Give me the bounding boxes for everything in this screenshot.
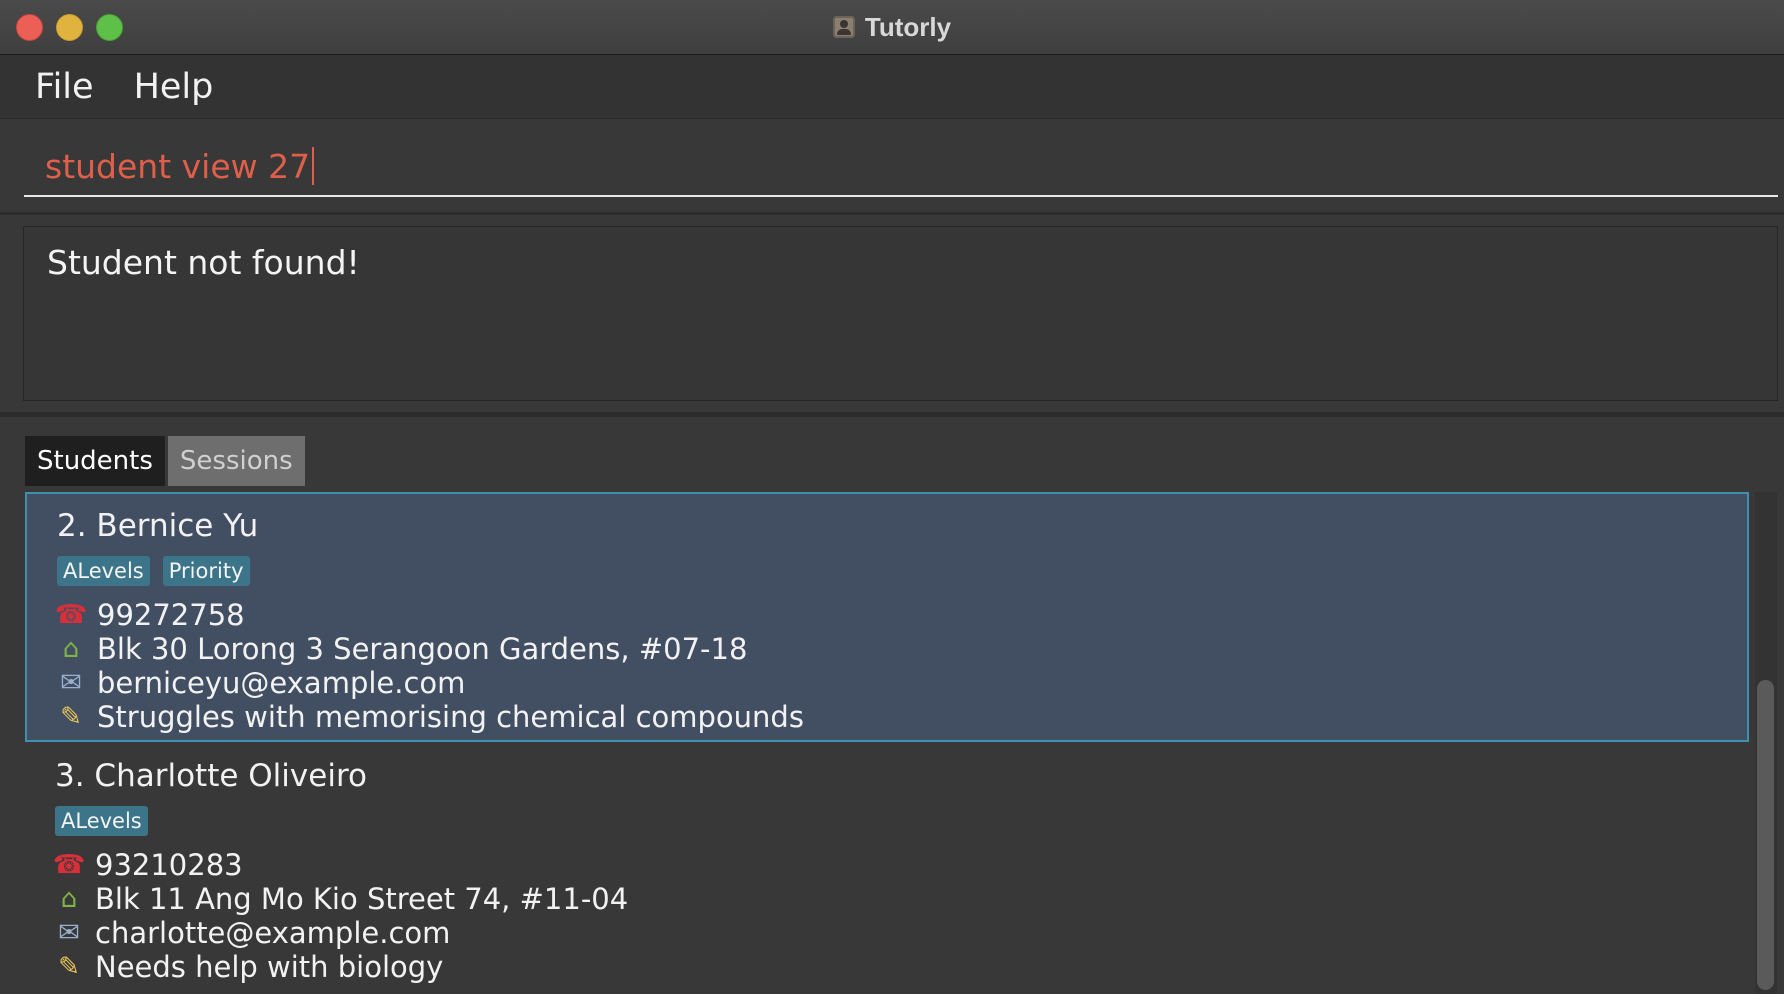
list-scrollbar[interactable]	[1755, 492, 1777, 994]
envelope-icon: ✉	[60, 668, 82, 698]
memo-icon: ✎	[60, 702, 82, 732]
command-area: student view 27	[0, 119, 1784, 211]
student-details: ☎ 99272758 ⌂ Blk 30 Lorong 3 Serangoon G…	[55, 598, 804, 734]
house-icon: ⌂	[60, 884, 78, 914]
telephone-icon: ☎	[54, 600, 88, 630]
tag: ALevels	[57, 556, 150, 586]
app-window: Tutorly File Help student view 27 Studen…	[0, 0, 1784, 994]
contact-person-icon	[832, 16, 855, 38]
menu-help[interactable]: Help	[116, 67, 232, 107]
window-title: Tutorly	[864, 11, 952, 42]
command-input[interactable]: student view 27	[24, 137, 1778, 197]
address-value: Blk 11 Ang Mo Kio Street 74, #11-04	[95, 882, 629, 916]
tag-list: ALevels	[55, 806, 148, 836]
result-display[interactable]: Student not found!	[23, 226, 1778, 401]
tab-students[interactable]: Students	[25, 436, 165, 486]
tag: Priority	[162, 556, 250, 586]
email-value: berniceyu@example.com	[97, 666, 466, 700]
tag: ALevels	[55, 806, 148, 836]
tab-sessions[interactable]: Sessions	[167, 436, 305, 486]
student-list[interactable]: 2. Bernice Yu ALevels Priority ☎ 9927275…	[25, 492, 1749, 994]
phone-field: ☎ 99272758	[55, 598, 804, 632]
divider	[0, 412, 1784, 417]
text-caret	[312, 147, 315, 185]
menu-file[interactable]: File	[17, 67, 112, 107]
envelope-icon: ✉	[58, 918, 80, 948]
notes-value: Needs help with biology	[95, 950, 444, 984]
scrollbar-thumb[interactable]	[1757, 680, 1774, 990]
command-text: student view 27	[45, 146, 311, 186]
divider	[0, 212, 1784, 215]
phone-field: ☎ 93210283	[53, 848, 628, 882]
phone-value: 99272758	[97, 598, 245, 632]
student-details: ☎ 93210283 ⌂ Blk 11 Ang Mo Kio Street 74…	[53, 848, 628, 984]
student-name: 3. Charlotte Oliveiro	[55, 758, 367, 794]
phone-value: 93210283	[95, 848, 243, 882]
tag-list: ALevels Priority	[57, 556, 250, 586]
tab-bar: Students Sessions	[25, 436, 305, 486]
house-icon: ⌂	[62, 634, 80, 664]
menu-bar: File Help	[0, 55, 1784, 119]
address-field: ⌂ Blk 11 Ang Mo Kio Street 74, #11-04	[53, 882, 628, 916]
email-field: ✉ charlotte@example.com	[53, 916, 628, 950]
telephone-icon: ☎	[52, 850, 86, 880]
notes-field: ✎ Struggles with memorising chemical com…	[55, 700, 804, 734]
memo-icon: ✎	[58, 952, 80, 982]
notes-field: ✎ Needs help with biology	[53, 950, 628, 984]
student-name: 2. Bernice Yu	[57, 508, 259, 544]
email-field: ✉ berniceyu@example.com	[55, 666, 804, 700]
notes-value: Struggles with memorising chemical compo…	[97, 700, 804, 734]
email-value: charlotte@example.com	[95, 916, 451, 950]
address-value: Blk 30 Lorong 3 Serangoon Gardens, #07-1…	[97, 632, 748, 666]
window-title-group: Tutorly	[0, 0, 1784, 54]
title-bar: Tutorly	[0, 0, 1784, 55]
student-card[interactable]: 2. Bernice Yu ALevels Priority ☎ 9927275…	[25, 492, 1749, 742]
result-message: Student not found!	[47, 243, 360, 282]
student-card[interactable]: 3. Charlotte Oliveiro ALevels ☎ 93210283…	[25, 742, 1749, 992]
address-field: ⌂ Blk 30 Lorong 3 Serangoon Gardens, #07…	[55, 632, 804, 666]
